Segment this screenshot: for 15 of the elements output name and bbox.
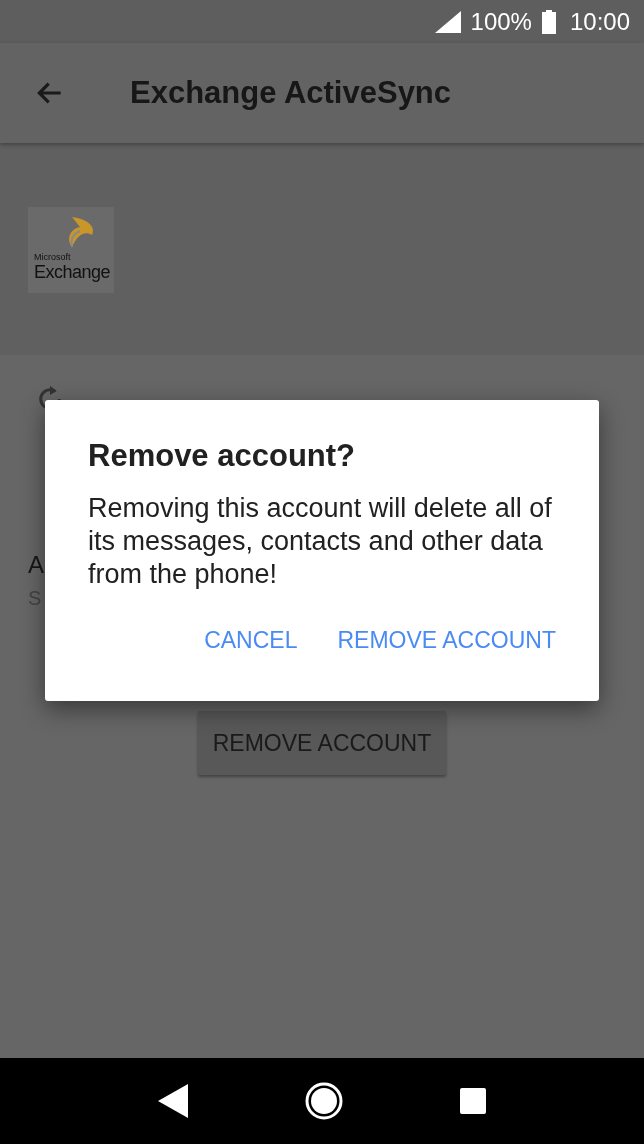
battery-percent: 100% [470, 7, 532, 36]
signal-icon [434, 10, 461, 33]
clock: 10:00 [569, 7, 630, 36]
dialog-title: Remove account? [88, 438, 356, 474]
logo-wordmark: Exchange [34, 262, 111, 283]
home-icon[interactable] [304, 1081, 344, 1121]
setting-title: A [28, 551, 45, 579]
battery-icon [541, 9, 556, 34]
logo-caption: Microsoft [34, 252, 71, 262]
dialog-message: Removing this account will delete all of its messages, contacts and other data from the phone! [88, 492, 553, 591]
confirm-button[interactable]: REMOVE ACCOUNT [337, 627, 556, 654]
cancel-button[interactable]: CANCEL [204, 627, 298, 654]
back-icon[interactable] [158, 1084, 188, 1118]
remove-account-button[interactable]: REMOVE ACCOUNT [198, 711, 446, 775]
app-bar-title: Exchange ActiveSync [130, 75, 452, 111]
